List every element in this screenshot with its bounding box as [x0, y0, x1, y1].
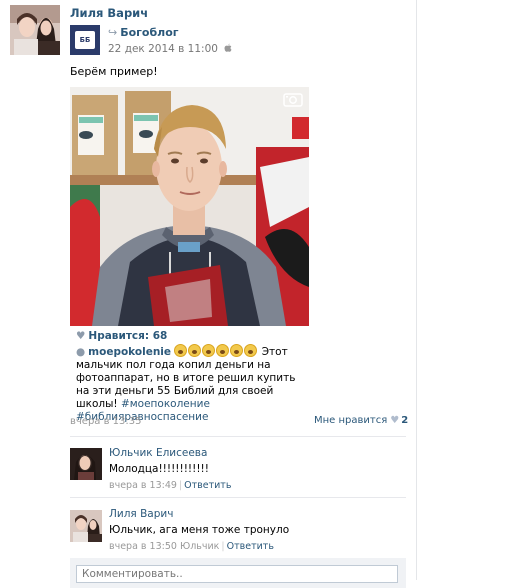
- comment-time[interactable]: вчера в 13:49: [109, 480, 177, 491]
- commenter-avatar[interactable]: [70, 510, 102, 542]
- post-time[interactable]: вчера в 13:35: [70, 416, 142, 427]
- author-avatar[interactable]: [10, 5, 60, 55]
- group-name[interactable]: Богоблог: [120, 26, 178, 39]
- like-button-label[interactable]: Мне нравится: [314, 415, 387, 426]
- instagram-caption: ● moepokolenie Этот мальчик пол года копи…: [76, 344, 308, 424]
- post-text: Берём пример!: [70, 65, 158, 78]
- reply-to-name[interactable]: Юльчик: [180, 541, 219, 552]
- emoji-icon: [230, 344, 244, 357]
- reply-link[interactable]: Ответить: [227, 541, 274, 552]
- group-avatar-text: ББ: [75, 31, 95, 49]
- comment-text: Молодца!!!!!!!!!!!!: [109, 463, 209, 475]
- comment-meta: вчера в 13:49 | Ответить: [109, 480, 231, 491]
- emoji-icon: [244, 344, 258, 357]
- comment-text: Юльчик, ага меня тоже тронуло: [109, 524, 290, 536]
- caption-user[interactable]: moepokolenie: [88, 346, 171, 358]
- post-date[interactable]: 22 дек 2014 в 11:00: [108, 43, 232, 55]
- video-camera-icon: [283, 93, 303, 110]
- comment-author[interactable]: Юльчик Елисеева: [109, 447, 207, 459]
- commenter-avatar[interactable]: [70, 448, 102, 480]
- emoji-icon: [188, 344, 202, 357]
- emoji-icon: [216, 344, 230, 357]
- repost-icon: ↪: [108, 26, 118, 39]
- repost-group-link[interactable]: ↪ Богоблог: [108, 26, 179, 39]
- heart-icon: ♥: [390, 415, 400, 426]
- comment-time[interactable]: вчера в 13:50: [109, 541, 177, 552]
- comment-meta: вчера в 13:50 Юльчик | Ответить: [109, 541, 274, 552]
- divider: [70, 436, 406, 437]
- separator: |: [221, 541, 225, 552]
- group-avatar[interactable]: ББ: [70, 25, 100, 55]
- instagram-likes: ♥ Нравится: 68: [76, 330, 167, 342]
- comment-input[interactable]: Комментировать..: [76, 565, 398, 583]
- likes-label: Нравится: 68: [88, 330, 168, 342]
- comment-form: Комментировать..: [70, 558, 406, 588]
- like-count: 2: [401, 415, 409, 426]
- post-author-name[interactable]: Лиля Варич: [70, 6, 148, 20]
- apple-icon: [221, 43, 232, 55]
- divider: [70, 497, 406, 498]
- emoji-icon: [174, 344, 188, 357]
- separator: |: [178, 480, 183, 491]
- emoji-icon: [202, 344, 216, 357]
- post-date-text[interactable]: 22 дек 2014 в 11:00: [108, 43, 218, 55]
- heart-icon: ♥: [76, 330, 86, 342]
- page-column-border: [416, 0, 417, 580]
- emoji-row: [174, 344, 261, 358]
- reply-link[interactable]: Ответить: [184, 480, 231, 491]
- post-photo[interactable]: [70, 87, 309, 326]
- comment-bubble-icon: ●: [76, 346, 86, 358]
- like-button[interactable]: Мне нравится ♥ 2: [314, 415, 408, 426]
- comment-author[interactable]: Лиля Варич: [109, 508, 173, 520]
